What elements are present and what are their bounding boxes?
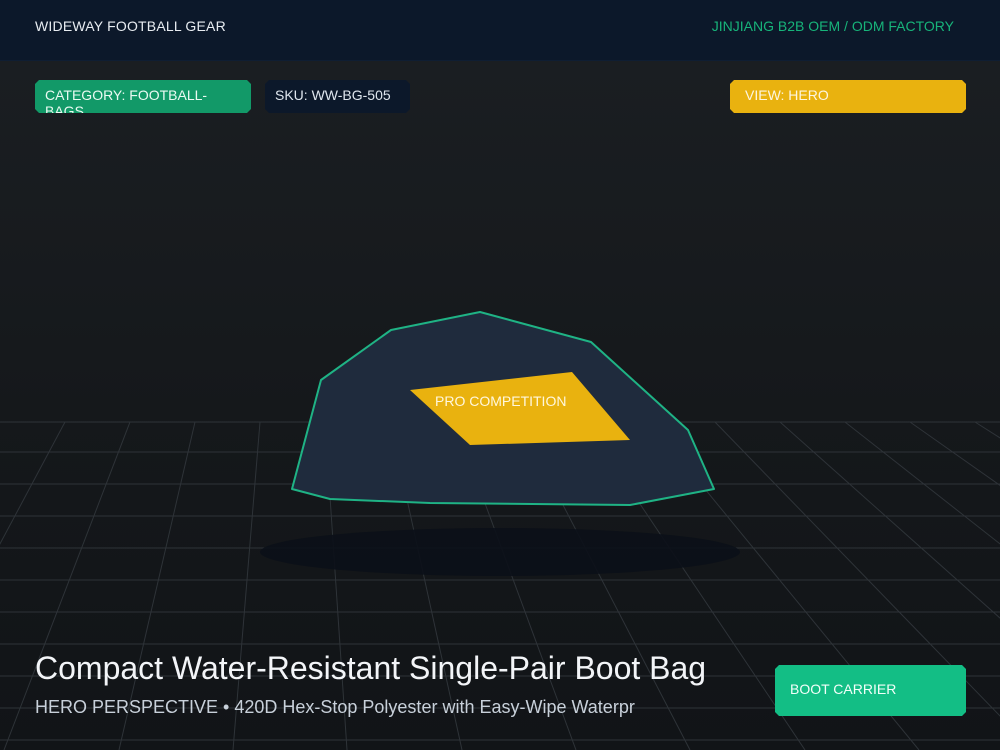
top-bar: WIDEWAY FOOTBALL GEAR JINJIANG B2B OEM /…	[0, 0, 1000, 61]
view-chip: VIEW: HERO	[730, 80, 966, 113]
factory-tagline: JINJIANG B2B OEM / ODM FACTORY	[711, 18, 954, 34]
category-chip: CATEGORY: FOOTBALL-BAGS	[35, 80, 251, 113]
brand-name: WIDEWAY FOOTBALL GEAR	[35, 18, 226, 34]
product-subtitle: HERO PERSPECTIVE • 420D Hex-Stop Polyest…	[35, 697, 635, 717]
sku-chip: SKU: WW-BG-505	[265, 80, 410, 113]
product-title: Compact Water-Resistant Single-Pair Boot…	[35, 650, 707, 686]
badge-label: PRO COMPETITION	[435, 393, 566, 409]
product-hero-page: PRO COMPETITION WIDEWAY FOOTBALL GEAR JI…	[0, 0, 1000, 750]
grid-line	[974, 421, 1000, 439]
boot-carrier-button[interactable]: BOOT CARRIER	[775, 665, 966, 716]
bag-shadow	[260, 528, 740, 576]
